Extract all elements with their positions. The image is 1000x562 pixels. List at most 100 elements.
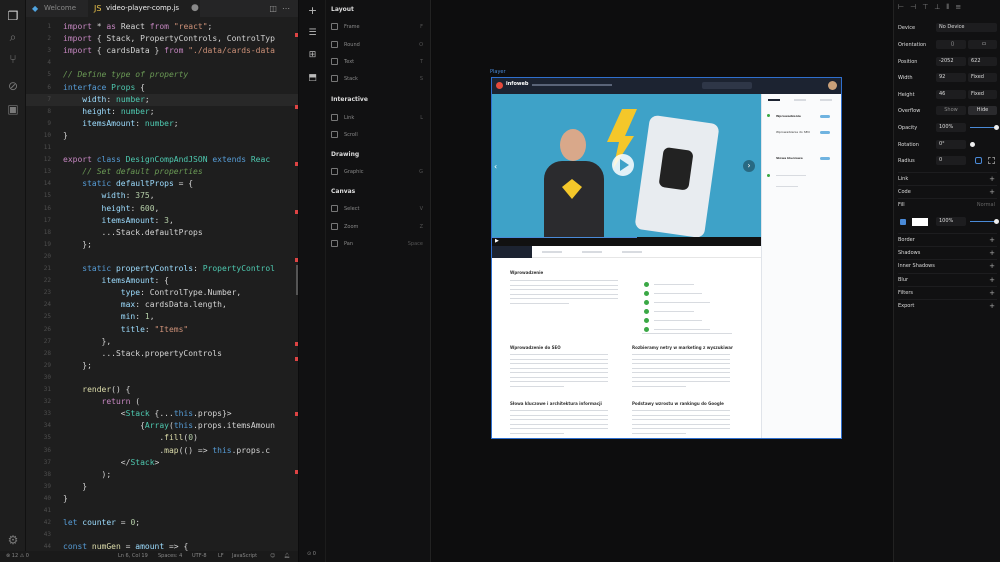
- inner-shadows-section[interactable]: Inner Shadows +: [898, 259, 997, 272]
- language-mode[interactable]: JavaScript: [232, 551, 257, 562]
- tool-round[interactable]: Round O: [331, 39, 423, 51]
- extensions-icon[interactable]: ▣: [5, 101, 21, 117]
- code-line[interactable]: 37 </Stack>: [26, 457, 298, 469]
- link-section[interactable]: Link +: [898, 172, 997, 185]
- code-line[interactable]: 35 .fill(0): [26, 432, 298, 444]
- fill-opacity-input[interactable]: 100%: [936, 217, 966, 226]
- rotation-dial[interactable]: [970, 142, 975, 147]
- fill-section[interactable]: Fill Normal: [898, 198, 997, 211]
- plus-icon[interactable]: +: [989, 300, 995, 313]
- settings-gear-icon[interactable]: ⚙: [5, 532, 21, 548]
- plus-icon[interactable]: +: [989, 260, 995, 273]
- zoom-indicator[interactable]: ⊙ 0: [307, 551, 316, 557]
- cursor-position[interactable]: Ln 6, Col 19: [118, 551, 148, 562]
- indentation[interactable]: Spaces: 4: [158, 551, 182, 562]
- notifications-icon[interactable]: 🔔︎: [284, 551, 290, 562]
- code-line[interactable]: 24 max: cardsData.length,: [26, 299, 298, 311]
- position-x-input[interactable]: -2052: [936, 57, 966, 66]
- code-line[interactable]: 1 import * as React from "react";: [26, 21, 298, 33]
- blur-section[interactable]: Blur +: [898, 272, 997, 287]
- code-line[interactable]: 43: [26, 529, 298, 541]
- code-line[interactable]: 17 itemsAmount: 3,: [26, 215, 298, 227]
- tool-select[interactable]: Select V: [331, 203, 423, 215]
- code-line[interactable]: 23 type: ControlType.Number,: [26, 287, 298, 299]
- overflow-show-button[interactable]: Show: [936, 106, 966, 115]
- code-line[interactable]: 13 // Set default properties: [26, 166, 298, 178]
- unsaved-dot-icon[interactable]: ●: [191, 0, 199, 17]
- tool-scroll[interactable]: Scroll: [331, 129, 423, 141]
- tool-stack[interactable]: Stack S: [331, 73, 423, 85]
- code-line[interactable]: 4: [26, 57, 298, 69]
- code-line[interactable]: 33 <Stack {...this.props}>: [26, 408, 298, 420]
- radius-uniform-icon[interactable]: [975, 157, 982, 164]
- more-actions-icon[interactable]: ⋯: [282, 4, 290, 13]
- rotation-input[interactable]: 0°: [936, 140, 966, 149]
- design-canvas[interactable]: Player infoweb ‹ › ▶ Wprowadzenie Wprowa…: [432, 0, 893, 562]
- frame-label[interactable]: Player: [490, 69, 506, 75]
- plus-icon[interactable]: +: [307, 5, 318, 16]
- code-line[interactable]: 15 width: 375,: [26, 190, 298, 202]
- tab-welcome[interactable]: ◆ Welcome: [26, 0, 88, 17]
- code-line[interactable]: 29 };: [26, 360, 298, 372]
- tool-zoom[interactable]: Zoom Z: [331, 221, 423, 233]
- debug-icon[interactable]: ⊘: [5, 78, 21, 94]
- tool-frame[interactable]: Frame F: [331, 21, 423, 33]
- code-line[interactable]: 38 );: [26, 469, 298, 481]
- feedback-icon[interactable]: ☺: [270, 551, 275, 562]
- opacity-input[interactable]: 100%: [936, 123, 966, 132]
- explorer-icon[interactable]: ❐: [5, 8, 21, 24]
- align-toolbar[interactable]: ⊢⊣⊤⊥⫴≡: [898, 3, 997, 13]
- tool-text[interactable]: Text T: [331, 56, 423, 68]
- code-line[interactable]: 5 // Define type of property: [26, 69, 298, 81]
- code-line[interactable]: 32 return (: [26, 396, 298, 408]
- overflow-hide-button[interactable]: Hide: [968, 106, 997, 115]
- portrait-button[interactable]: ▯: [936, 40, 966, 49]
- tool-graphic[interactable]: Graphic G: [331, 166, 423, 178]
- line-ending[interactable]: LF: [218, 551, 224, 562]
- code-line[interactable]: 9 itemsAmount: number;: [26, 118, 298, 130]
- source-control-icon[interactable]: ⑂: [5, 51, 21, 67]
- tool-link[interactable]: Link L: [331, 112, 423, 124]
- code-line[interactable]: 12 export class DesignCompAndJSON extends…: [26, 154, 298, 166]
- code-area[interactable]: 1 import * as React from "react"; 2 import …: [26, 17, 298, 551]
- code-line[interactable]: 22 itemsAmount: {: [26, 275, 298, 287]
- plus-icon[interactable]: +: [989, 234, 995, 247]
- code-line[interactable]: 6 interface Props {: [26, 82, 298, 94]
- layers-icon[interactable]: ☰: [307, 28, 318, 39]
- code-line[interactable]: 16 height: 600,: [26, 203, 298, 215]
- code-line[interactable]: 42 let counter = 0;: [26, 517, 298, 529]
- code-line[interactable]: 41: [26, 505, 298, 517]
- code-line[interactable]: 26 title: "Items": [26, 324, 298, 336]
- export-section[interactable]: Export +: [898, 299, 997, 312]
- radius-input[interactable]: 0: [936, 156, 966, 165]
- tab-video-player-comp[interactable]: JS video-player-comp.js ●: [88, 0, 200, 17]
- code-line[interactable]: 2 import { Stack, PropertyControls, Contr…: [26, 33, 298, 45]
- border-section[interactable]: Border +: [898, 233, 997, 246]
- code-line[interactable]: 44 const numGen = amount => {: [26, 541, 298, 551]
- filters-section[interactable]: Filters +: [898, 285, 997, 299]
- plus-icon[interactable]: +: [989, 274, 995, 287]
- scrollbar-thumb[interactable]: [296, 265, 298, 295]
- opacity-slider-knob[interactable]: [994, 125, 999, 130]
- store-icon[interactable]: ⬒: [307, 73, 318, 84]
- width-mode-select[interactable]: Fixed: [968, 73, 997, 82]
- height-mode-select[interactable]: Fixed: [968, 90, 997, 99]
- width-input[interactable]: 92: [936, 73, 966, 82]
- device-select[interactable]: No Device: [936, 23, 997, 32]
- code-line[interactable]: 36 .map(() => this.props.c: [26, 445, 298, 457]
- code-line[interactable]: 19 };: [26, 239, 298, 251]
- code-line[interactable]: 10}: [26, 130, 298, 142]
- position-y-input[interactable]: 622: [968, 57, 997, 66]
- code-line[interactable]: 25 min: 1,: [26, 311, 298, 323]
- encoding[interactable]: UTF-8: [192, 551, 207, 562]
- code-line[interactable]: 27 },: [26, 336, 298, 348]
- code-line[interactable]: 20: [26, 251, 298, 263]
- search-icon[interactable]: ⌕: [5, 29, 21, 45]
- plus-icon[interactable]: +: [989, 247, 995, 260]
- radius-corners-icon[interactable]: [988, 157, 995, 164]
- code-line[interactable]: 21 static propertyControls: PropertyCont…: [26, 263, 298, 275]
- code-line[interactable]: 34 {Array(this.props.itemsAmoun: [26, 420, 298, 432]
- landscape-button[interactable]: ▭: [968, 40, 997, 49]
- code-line[interactable]: 7 width: number;: [26, 93, 298, 106]
- fill-opacity-slider[interactable]: [970, 221, 997, 222]
